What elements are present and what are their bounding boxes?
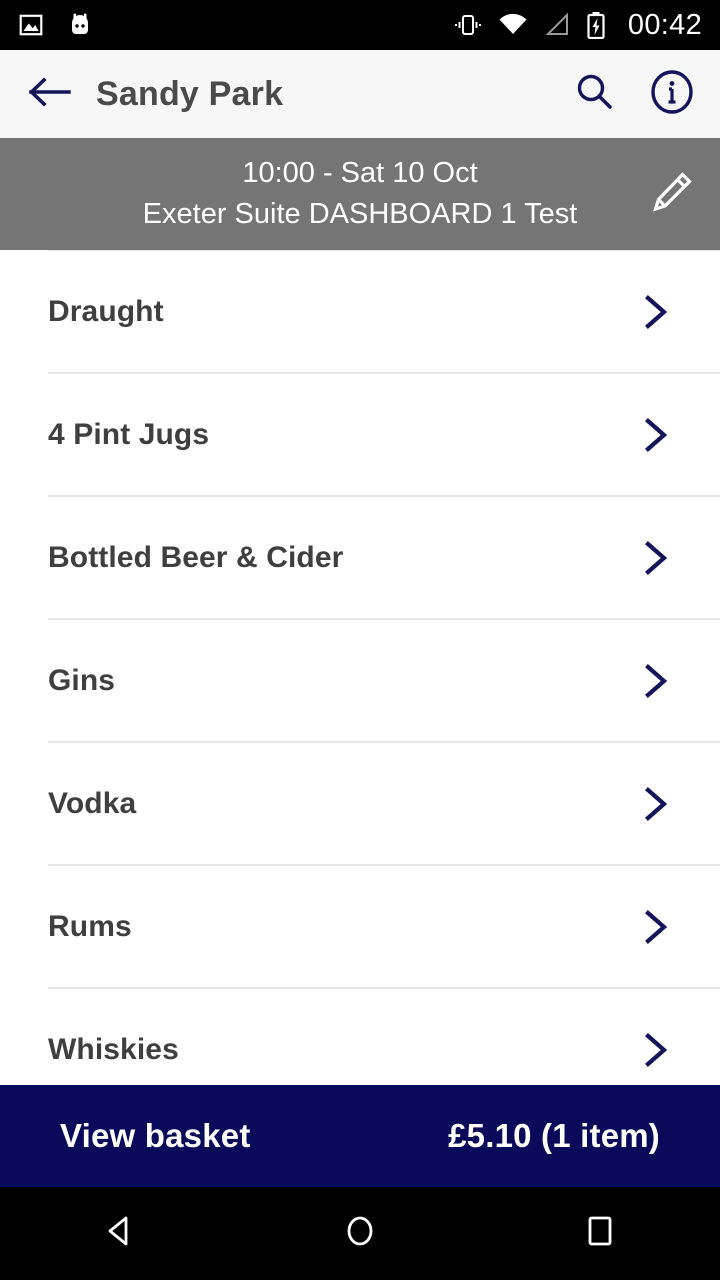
chevron-right-icon (636, 784, 676, 824)
list-item[interactable]: 4 Pint Jugs (0, 374, 720, 495)
back-button[interactable] (24, 68, 76, 120)
nav-home-button[interactable] (300, 1187, 420, 1280)
list-item[interactable]: Draught (0, 251, 720, 372)
android-head-icon (66, 12, 94, 38)
photo-icon (18, 12, 44, 38)
chevron-right-icon (636, 538, 676, 578)
page-title: Sandy Park (96, 74, 284, 113)
chevron-right-icon (636, 1030, 676, 1070)
app-bar: Sandy Park (0, 50, 720, 138)
view-basket-bar[interactable]: View basket £5.10 (1 item) (0, 1085, 720, 1187)
nav-recents-icon (579, 1210, 621, 1257)
wifi-icon (498, 12, 528, 38)
info-button[interactable] (646, 68, 698, 120)
list-item[interactable]: Bottled Beer & Cider (0, 497, 720, 618)
list-item[interactable]: Gins (0, 620, 720, 741)
nav-back-icon (99, 1210, 141, 1257)
list-item-label: 4 Pint Jugs (48, 417, 210, 451)
nav-back-button[interactable] (60, 1187, 180, 1280)
pencil-icon (646, 166, 698, 223)
event-room-name: Exeter Suite DASHBOARD 1 Test (142, 198, 578, 230)
info-circle-icon (649, 69, 695, 120)
android-nav-bar (0, 1187, 720, 1280)
chevron-right-icon (636, 661, 676, 701)
chevron-right-icon (636, 292, 676, 332)
list-item-label: Bottled Beer & Cider (48, 540, 344, 574)
arrow-left-icon (28, 75, 72, 114)
list-item[interactable]: Vodka (0, 743, 720, 864)
vibrate-icon (454, 12, 482, 38)
edit-event-button[interactable] (640, 162, 704, 226)
phone-screen: 00:42 Sandy Park 10:00 - Sat 10 Oct Exet… (0, 0, 720, 1280)
list-item-label: Rums (48, 909, 132, 943)
list-item-label: Whiskies (48, 1032, 179, 1066)
view-basket-label: View basket (60, 1117, 251, 1154)
status-bar: 00:42 (0, 0, 720, 50)
event-banner: 10:00 - Sat 10 Oct Exeter Suite DASHBOAR… (0, 138, 720, 250)
nav-recents-button[interactable] (540, 1187, 660, 1280)
chevron-right-icon (636, 415, 676, 455)
list-item[interactable]: Rums (0, 866, 720, 987)
battery-charging-icon (586, 11, 606, 39)
nav-home-icon (339, 1210, 381, 1257)
search-icon (573, 71, 615, 118)
status-bar-clock: 00:42 (627, 8, 702, 41)
search-button[interactable] (568, 68, 620, 120)
event-time-date: 10:00 - Sat 10 Oct (242, 157, 478, 189)
basket-total-label: £5.10 (1 item) (448, 1117, 660, 1154)
status-bar-system-icons: 00:42 (454, 9, 702, 42)
status-bar-notifications (18, 12, 94, 38)
list-item-label: Vodka (48, 786, 137, 820)
list-item-label: Gins (48, 663, 116, 697)
list-item-label: Draught (48, 294, 164, 328)
cell-signal-icon (544, 12, 570, 38)
chevron-right-icon (636, 907, 676, 947)
category-list[interactable]: Draught 4 Pint Jugs Bottled Beer & Cider Gi… (0, 250, 720, 1187)
app-bar-actions (568, 68, 698, 120)
